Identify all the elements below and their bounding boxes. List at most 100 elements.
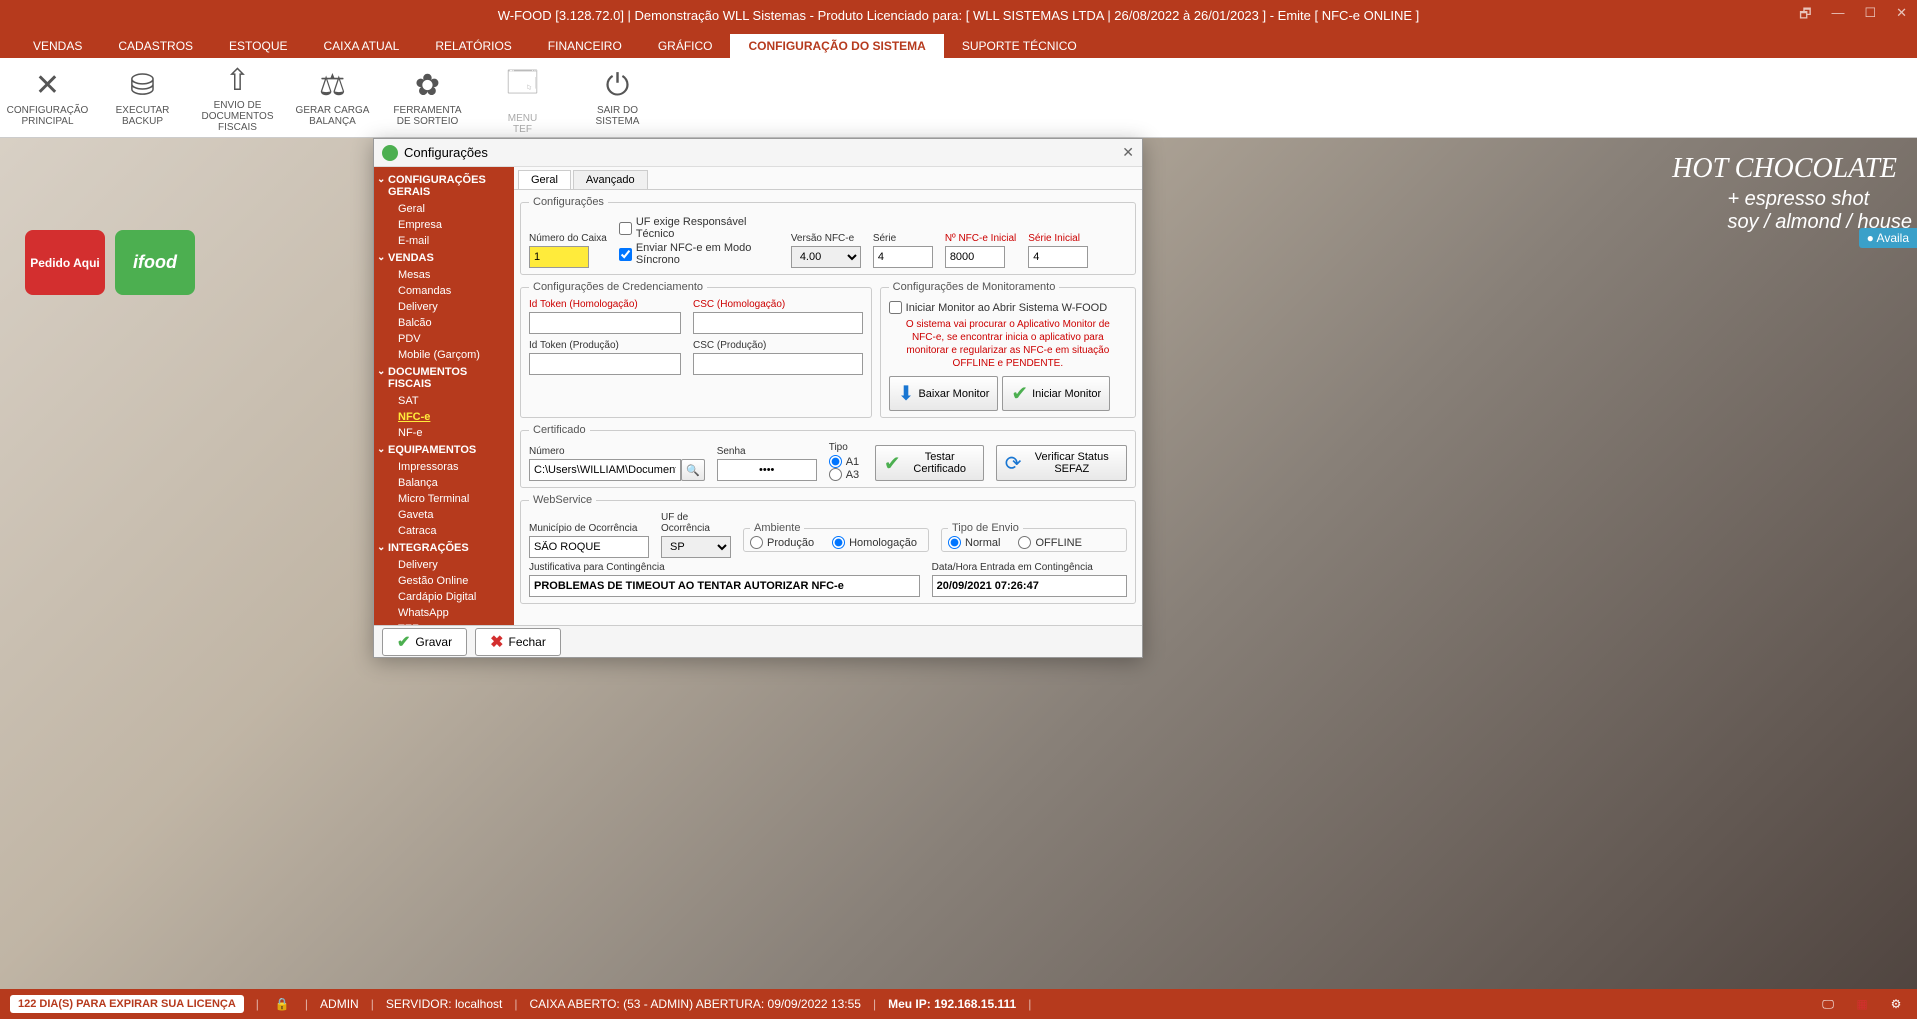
ribbon-sair[interactable]: ⏻ SAIR DOSISTEMA (570, 58, 665, 137)
uf-resp-checkbox[interactable] (619, 222, 632, 235)
municipio-input[interactable] (529, 536, 649, 558)
menu-suporte[interactable]: SUPORTE TÉCNICO (944, 34, 1095, 58)
idtoken-prod-input[interactable] (529, 353, 681, 375)
tree-balcao[interactable]: Balcão (374, 315, 514, 331)
tree-sat[interactable]: SAT (374, 393, 514, 409)
tree-micro[interactable]: Micro Terminal (374, 491, 514, 507)
tree-equipamentos[interactable]: EQUIPAMENTOS (374, 441, 514, 459)
tree-int-delivery[interactable]: Delivery (374, 557, 514, 573)
tree-nfe[interactable]: NF-e (374, 425, 514, 441)
close-red-icon: ✖ (490, 632, 503, 652)
serie-input[interactable] (873, 246, 933, 268)
tree-balanca[interactable]: Balança (374, 475, 514, 491)
idtoken-homol-input[interactable] (529, 312, 681, 334)
fs-credenciamento: Configurações de Credenciamento Id Token… (520, 281, 872, 418)
clover-icon: ✿ (415, 68, 440, 103)
sincrono-checkbox[interactable] (619, 248, 632, 261)
check-icon: ✔ (1011, 381, 1028, 406)
minimize-icon[interactable]: — (1831, 5, 1844, 27)
modal-title-text: Configurações (404, 145, 488, 160)
ribbon-config-principal[interactable]: ✕ CONFIGURAÇÃOPRINCIPAL (0, 58, 95, 137)
cert-senha-input[interactable] (717, 459, 817, 481)
nfce-inicial-input[interactable] (945, 246, 1005, 268)
close-icon[interactable]: ✕ (1896, 5, 1907, 27)
versao-select[interactable]: 4.00 (791, 246, 861, 268)
tree-geral[interactable]: Geral (374, 201, 514, 217)
status-ip: Meu IP: 192.168.15.111 (888, 997, 1016, 1011)
form-tabs: Geral Avançado (514, 167, 1142, 190)
tipo-a3-radio[interactable] (829, 468, 842, 481)
menu-vendas[interactable]: VENDAS (15, 34, 100, 58)
tree-integracoes[interactable]: INTEGRAÇÕES (374, 539, 514, 557)
tree-mobile[interactable]: Mobile (Garçom) (374, 347, 514, 363)
testar-cert-button[interactable]: ✔Testar Certificado (875, 445, 984, 481)
ribbon-balanca[interactable]: ⚖ GERAR CARGABALANÇA (285, 58, 380, 137)
envio-normal-radio[interactable] (948, 536, 961, 549)
ribbon-envio-docs[interactable]: ⇧ ENVIO DEDOCUMENTOS FISCAIS (190, 58, 285, 137)
menu-estoque[interactable]: ESTOQUE (211, 34, 305, 58)
maximize-icon[interactable]: ☐ (1864, 5, 1876, 27)
csc-homol-input[interactable] (693, 312, 863, 334)
restore-icon[interactable]: 🗗 (1799, 5, 1811, 27)
ribbon-backup[interactable]: ⛁ EXECUTARBACKUP (95, 58, 190, 137)
tree-mesas[interactable]: Mesas (374, 267, 514, 283)
monitor-checkbox[interactable] (889, 301, 902, 314)
fs-monitoramento: Configurações de Monitoramento Iniciar M… (880, 281, 1136, 418)
pedido-aqui-logo[interactable]: Pedido Aqui (25, 230, 105, 295)
justificativa-input[interactable] (529, 575, 920, 597)
modal-close-icon[interactable]: ✕ (1122, 144, 1134, 161)
csc-prod-input[interactable] (693, 353, 863, 375)
main-menu: VENDAS CADASTROS ESTOQUE CAIXA ATUAL REL… (0, 30, 1917, 58)
tree-comandas[interactable]: Comandas (374, 283, 514, 299)
cert-numero-input[interactable] (529, 459, 681, 481)
tree-email[interactable]: E-mail (374, 233, 514, 249)
gravar-button[interactable]: ✔Gravar (382, 628, 467, 656)
iniciar-monitor-button[interactable]: ✔Iniciar Monitor (1002, 376, 1110, 411)
tree-empresa[interactable]: Empresa (374, 217, 514, 233)
menu-grafico[interactable]: GRÁFICO (640, 34, 731, 58)
ambiente-prod-radio[interactable] (750, 536, 763, 549)
config-modal: Configurações ✕ CONFIGURAÇÕES GERAIS Ger… (373, 138, 1143, 658)
fs-certificado: Certificado Número 🔍 Senha Tipo A1 (520, 424, 1136, 488)
tree-config-gerais[interactable]: CONFIGURAÇÕES GERAIS (374, 171, 514, 201)
tree-pdv[interactable]: PDV (374, 331, 514, 347)
envio-offline-radio[interactable] (1018, 536, 1031, 549)
uf-select[interactable]: SP (661, 536, 731, 558)
serie-inicial-input[interactable] (1028, 246, 1088, 268)
menu-cadastros[interactable]: CADASTROS (100, 34, 211, 58)
ribbon-sorteio[interactable]: ✿ FERRAMENTADE SORTEIO (380, 58, 475, 137)
ambiente-homol-radio[interactable] (832, 536, 845, 549)
tab-avancado[interactable]: Avançado (573, 170, 648, 189)
fechar-button[interactable]: ✖Fechar (475, 628, 561, 656)
cert-browse-button[interactable]: 🔍 (681, 459, 705, 481)
tree-delivery[interactable]: Delivery (374, 299, 514, 315)
verificar-sefaz-button[interactable]: ⟳Verificar Status SEFAZ (996, 445, 1127, 481)
menu-financeiro[interactable]: FINANCEIRO (530, 34, 640, 58)
refresh-icon: ⟳ (1005, 451, 1022, 476)
data-conting-input[interactable] (932, 575, 1127, 597)
menu-configuracao[interactable]: CONFIGURAÇÃO DO SISTEMA (730, 34, 943, 58)
monitor-icon[interactable]: 🖵 (1817, 993, 1839, 1015)
tab-geral[interactable]: Geral (518, 170, 571, 189)
menu-caixa[interactable]: CAIXA ATUAL (306, 34, 418, 58)
tree-impressoras[interactable]: Impressoras (374, 459, 514, 475)
numero-caixa-input[interactable] (529, 246, 589, 268)
window-controls: 🗗 — ☐ ✕ (1799, 5, 1907, 27)
lock-icon[interactable]: 🔒 (271, 993, 293, 1015)
tree-catraca[interactable]: Catraca (374, 523, 514, 539)
tree-docs-fiscais[interactable]: DOCUMENTOS FISCAIS (374, 363, 514, 393)
tiles-icon[interactable]: ▦ (1851, 993, 1873, 1015)
license-badge: 122 DIA(S) PARA EXPIRAR SUA LICENÇA (10, 995, 244, 1013)
tree-gestao[interactable]: Gestão Online (374, 573, 514, 589)
menu-relatorios[interactable]: RELATÓRIOS (417, 34, 529, 58)
status-admin: ADMIN (320, 997, 359, 1011)
tree-cardapio[interactable]: Cardápio Digital (374, 589, 514, 605)
tree-nfce[interactable]: NFC-e (374, 409, 514, 425)
tree-whatsapp[interactable]: WhatsApp (374, 605, 514, 621)
gear-icon[interactable]: ⚙ (1885, 993, 1907, 1015)
baixar-monitor-button[interactable]: ⬇Baixar Monitor (889, 376, 999, 411)
ifood-logo[interactable]: ifood (115, 230, 195, 295)
tree-vendas[interactable]: VENDAS (374, 249, 514, 267)
tree-gaveta[interactable]: Gaveta (374, 507, 514, 523)
tipo-a1-radio[interactable] (829, 455, 842, 468)
